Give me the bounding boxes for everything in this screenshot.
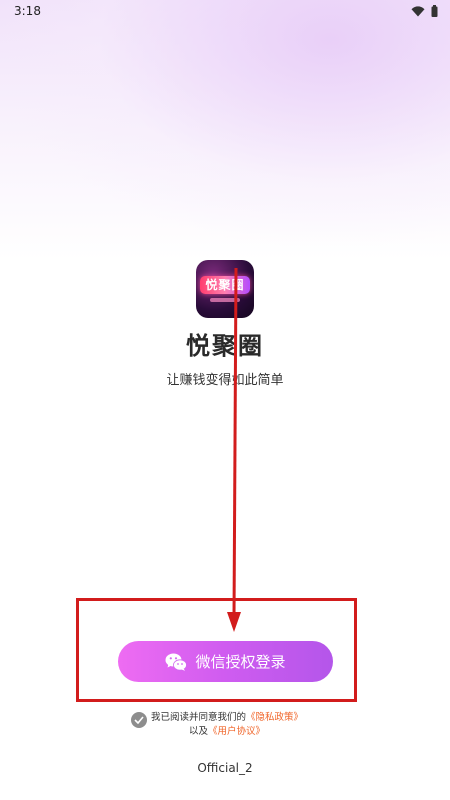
wechat-login-button[interactable]: 微信授权登录 (118, 641, 333, 682)
wechat-icon (165, 653, 188, 671)
agreement-and: 以及 (189, 726, 209, 737)
logo-stripe (210, 298, 240, 302)
status-bar: 3:18 (0, 0, 450, 22)
battery-icon (431, 5, 438, 17)
wifi-icon (411, 5, 425, 16)
app-logo: 悦聚圈 (196, 260, 254, 318)
logo-text: 悦聚圈 (205, 278, 245, 292)
wechat-login-label: 微信授权登录 (195, 653, 286, 671)
agreement-prefix: 我已阅读并同意我们的 (151, 712, 247, 723)
agreement-line-1: 我已阅读并同意我们的《隐私政策》 (151, 709, 303, 723)
app-title: 悦聚圈 (186, 332, 264, 360)
agreement-row: 我已阅读并同意我们的《隐私政策》 以及《用户协议》 (130, 708, 330, 738)
agreement-line-2: 以及《用户协议》 (189, 723, 265, 737)
app-slogan: 让赚钱变得如此简单 (166, 373, 284, 388)
agree-checkbox[interactable] (131, 712, 147, 728)
user-agreement-link[interactable]: 《用户协议》 (208, 726, 265, 737)
privacy-policy-link[interactable]: 《隐私政策》 (246, 712, 303, 723)
version-label: Official_2 (197, 761, 253, 775)
status-icons (411, 5, 438, 17)
status-time: 3:18 (14, 4, 41, 18)
checkmark-icon (134, 716, 144, 724)
